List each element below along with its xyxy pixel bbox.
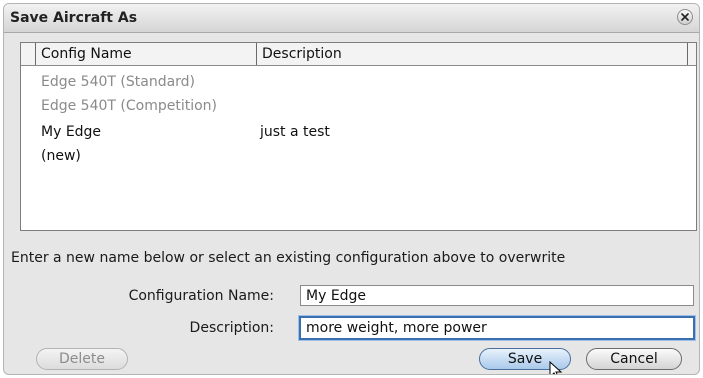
row-config-name: Edge 540T (Competition)	[41, 98, 218, 114]
column-header-description[interactable]: Description	[257, 43, 688, 65]
description-label: Description:	[189, 320, 274, 336]
list-header: Config Name Description	[21, 43, 696, 66]
save-aircraft-dialog: Save Aircraft As Config Name Description…	[3, 3, 700, 375]
configuration-name-label: Configuration Name:	[128, 288, 274, 304]
title-bar[interactable]: Save Aircraft As	[4, 4, 699, 33]
table-row[interactable]: (new)	[21, 144, 696, 168]
mouse-pointer-icon	[549, 361, 563, 374]
close-icon[interactable]	[677, 9, 693, 25]
column-header-selector[interactable]	[21, 43, 36, 65]
configuration-name-input[interactable]	[300, 285, 694, 306]
delete-button[interactable]: Delete	[36, 348, 128, 370]
row-config-name: My Edge	[41, 124, 102, 140]
row-config-name: (new)	[41, 148, 81, 164]
column-header-config-name[interactable]: Config Name	[36, 43, 257, 65]
instruction-text: Enter a new name below or select an exis…	[11, 250, 566, 266]
config-list[interactable]: Config Name Description Edge 540T (Stand…	[20, 42, 697, 231]
cancel-button[interactable]: Cancel	[586, 348, 682, 370]
dialog-title: Save Aircraft As	[10, 10, 138, 26]
row-config-name: Edge 540T (Standard)	[41, 74, 196, 90]
row-description: just a test	[260, 124, 330, 140]
table-row[interactable]: Edge 540T (Standard)	[21, 70, 696, 94]
description-input[interactable]	[299, 316, 695, 340]
table-row[interactable]: Edge 540T (Competition)	[21, 94, 696, 118]
table-row[interactable]: My Edge just a test	[21, 120, 696, 144]
